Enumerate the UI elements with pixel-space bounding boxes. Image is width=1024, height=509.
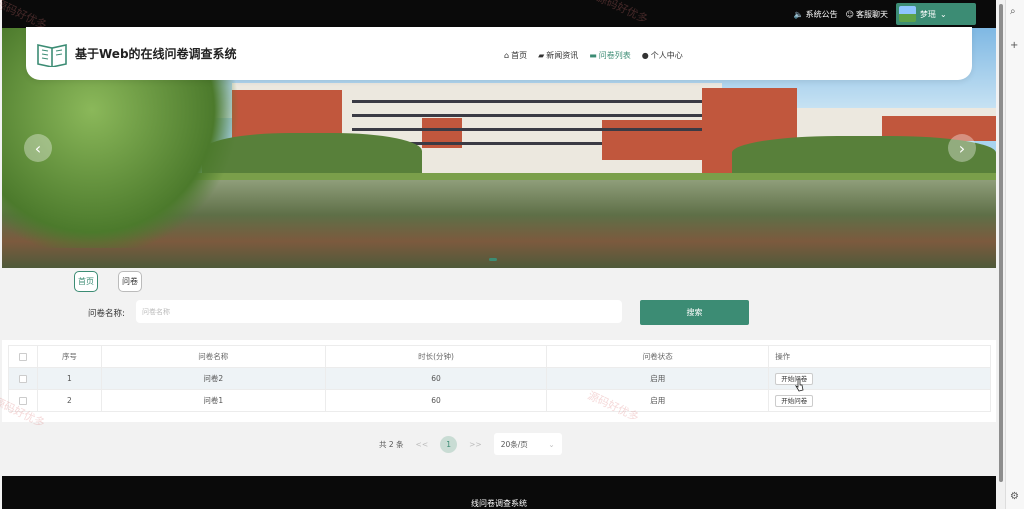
carousel-indicator[interactable] (489, 258, 497, 261)
person-icon: ● (641, 51, 649, 60)
main-nav: ⌂ 首页 ▰ 新闻资讯 ▬ 问卷列表 ● 个人中心 (504, 50, 683, 61)
carousel-next-button[interactable]: › (948, 134, 976, 162)
announcement-link[interactable]: 🔈 系统公告 (794, 9, 838, 20)
table-row[interactable]: 2 问卷1 60 启用 开始问卷 (8, 389, 991, 412)
speaker-icon: 🔈 (793, 9, 804, 19)
breadcrumb-tab-home[interactable]: 首页 (74, 271, 98, 292)
nav-item-label: 个人中心 (650, 51, 683, 60)
nav-item-survey-list[interactable]: ▬ 问卷列表 (589, 50, 631, 61)
chevron-left-icon: ‹ (34, 138, 42, 158)
building-windows (352, 114, 702, 117)
search-button[interactable]: 搜索 (640, 300, 749, 325)
select-all-checkbox[interactable] (18, 353, 27, 361)
select-all-cell[interactable] (8, 345, 38, 368)
survey-table-card: 序号 问卷名称 时长(分钟) 问卷状态 操作 1 问卷2 60 启用 开始问卷 … (2, 340, 996, 422)
pagination: 共 2 条 << 1 >> 20条/页 ⌄ (379, 433, 562, 455)
top-bar: 🔈 系统公告 ☺ 客服聊天 梦瑶 ⌄ (2, 0, 996, 28)
building-windows (352, 100, 702, 103)
survey-table: 序号 问卷名称 时长(分钟) 问卷状态 操作 1 问卷2 60 启用 开始问卷 … (8, 345, 991, 412)
footer: 线问卷调查系统 (2, 476, 996, 509)
action-cell: 开始问卷 (768, 389, 991, 412)
building-wing-mid (602, 120, 702, 160)
table-row[interactable]: 1 问卷2 60 启用 开始问卷 (8, 367, 991, 390)
row-checkbox[interactable] (18, 375, 27, 383)
browser-side-panel: ⌕ + ⚙ (1005, 0, 1024, 509)
pagination-page-current[interactable]: 1 (440, 435, 458, 453)
footer-text: 线问卷调查系统 (471, 499, 527, 508)
chat-icon: ☺ (845, 9, 854, 19)
search-icon[interactable]: ⌕ (1010, 6, 1022, 18)
list-icon: ▬ (589, 51, 597, 60)
pagination-next-button[interactable]: >> (469, 440, 482, 449)
start-survey-button[interactable]: 开始问卷 (775, 394, 814, 407)
service-chat-link[interactable]: ☺ 客服聊天 (846, 9, 888, 20)
news-icon: ▰ (538, 51, 545, 60)
nav-item-label: 新闻资讯 (546, 51, 579, 60)
scrollbar-thumb[interactable] (999, 4, 1003, 482)
survey-duration: 60 (324, 389, 548, 412)
service-chat-label: 客服聊天 (856, 9, 888, 19)
nav-item-news[interactable]: ▰ 新闻资讯 (538, 50, 578, 61)
carousel-prev-button[interactable]: ‹ (24, 134, 52, 162)
row-select-cell[interactable] (8, 367, 38, 390)
plus-icon[interactable]: + (1010, 40, 1022, 52)
survey-name: 问卷1 (100, 389, 326, 412)
mouse-pointer-icon (795, 378, 804, 392)
page: ‹ › 🔈 系统公告 ☺ 客服聊天 梦瑶 ⌄ 基于Web的在线问卷调查系统 ⌂ … (0, 0, 1024, 509)
pagination-total: 共 2 条 (379, 439, 404, 449)
pagination-prev-button[interactable]: << (416, 440, 429, 449)
nav-item-label: 首页 (511, 51, 528, 60)
search-label: 问卷名称: (88, 309, 125, 319)
column-header: 问卷状态 (546, 345, 770, 368)
row-index: 2 (36, 389, 102, 412)
nav-item-home[interactable]: ⌂ 首页 (504, 50, 527, 61)
survey-status: 启用 (546, 367, 770, 390)
announcement-label: 系统公告 (805, 9, 838, 19)
survey-status: 启用 (546, 389, 770, 412)
chevron-right-icon: › (958, 138, 966, 158)
nav-item-label: 问卷列表 (598, 51, 631, 60)
search-input[interactable] (136, 300, 622, 323)
username: 梦瑶 (920, 9, 936, 19)
column-header: 序号 (36, 345, 102, 368)
book-logo-icon (37, 44, 67, 67)
gear-icon[interactable]: ⚙ (1010, 491, 1022, 503)
page-size-select[interactable]: 20条/页 ⌄ (493, 433, 562, 455)
survey-duration: 60 (324, 367, 548, 390)
home-icon: ⌂ (504, 51, 510, 60)
survey-name: 问卷2 (100, 367, 326, 390)
building-windows (352, 128, 702, 131)
row-index: 1 (36, 367, 102, 390)
avatar (899, 6, 916, 22)
page-size-value: 20条/页 (500, 439, 528, 449)
nav-item-profile[interactable]: ● 个人中心 (642, 50, 683, 61)
table-header-row: 序号 问卷名称 时长(分钟) 问卷状态 操作 (8, 345, 991, 368)
column-header: 操作 (768, 345, 991, 368)
chevron-down-icon: ⌄ (548, 439, 555, 449)
column-header: 时长(分钟) (324, 345, 548, 368)
site-title: 基于Web的在线问卷调查系统 (75, 47, 237, 61)
chevron-down-icon: ⌄ (940, 9, 947, 19)
user-menu[interactable]: 梦瑶 ⌄ (896, 3, 976, 25)
header-card: 基于Web的在线问卷调查系统 ⌂ 首页 ▰ 新闻资讯 ▬ 问卷列表 ● 个人中心 (26, 27, 972, 80)
column-header: 问卷名称 (100, 345, 326, 368)
breadcrumb-tab-survey[interactable]: 问卷 (118, 271, 142, 292)
